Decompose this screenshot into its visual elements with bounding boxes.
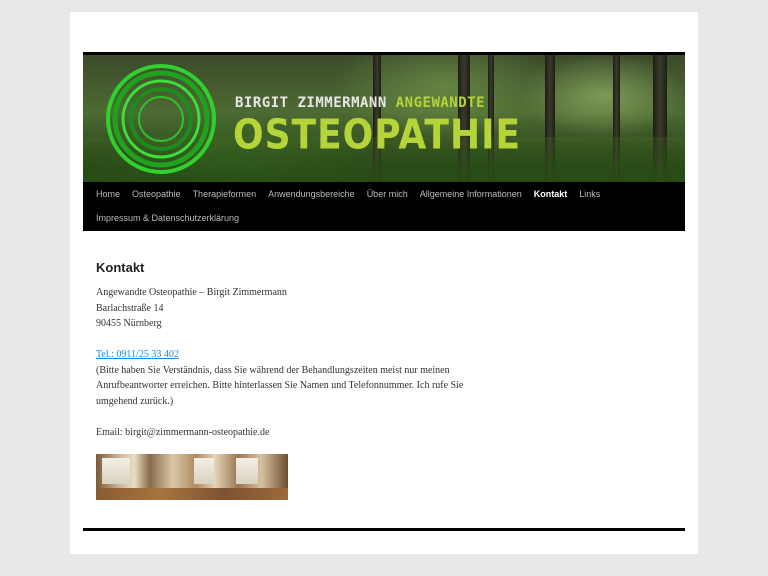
nav-item-allgemeine-informationen[interactable]: Allgemeine Informationen bbox=[414, 182, 528, 206]
nav-item-home[interactable]: Home bbox=[90, 182, 126, 206]
brand-name-text: BIRGIT ZIMMERMANN bbox=[235, 95, 387, 111]
header-banner[interactable]: BIRGIT ZIMMERMANN ANGEWANDTE OSTEOPATHIE bbox=[83, 55, 685, 182]
brand-title: OSTEOPATHIE bbox=[233, 111, 522, 159]
main-navigation: Home Osteopathie Therapieformen Anwendun… bbox=[83, 182, 685, 231]
photo-window bbox=[102, 458, 130, 484]
note-line: Anrufbeantworter erreichen. Bitte hinter… bbox=[96, 380, 464, 391]
page-title: Kontakt bbox=[96, 260, 145, 275]
address-line: 90455 Nürnberg bbox=[96, 318, 162, 329]
nav-row-1: Home Osteopathie Therapieformen Anwendun… bbox=[90, 182, 606, 206]
footer-top-border bbox=[83, 528, 685, 531]
photo-floor bbox=[96, 488, 288, 500]
page-container: BIRGIT ZIMMERMANN ANGEWANDTE OSTEOPATHIE… bbox=[70, 12, 698, 554]
nav-item-anwendungsbereiche[interactable]: Anwendungsbereiche bbox=[262, 182, 361, 206]
nav-item-osteopathie[interactable]: Osteopathie bbox=[126, 182, 187, 206]
nav-item-links[interactable]: Links bbox=[573, 182, 606, 206]
address-line: Angewandte Osteopathie – Birgit Zimmerma… bbox=[96, 287, 287, 298]
address-line: Barlachstraße 14 bbox=[96, 302, 164, 314]
circle-logo-icon bbox=[106, 64, 216, 174]
photo-window bbox=[236, 458, 258, 484]
practice-room-photo bbox=[96, 454, 288, 500]
note-line: (Bitte haben Sie Verständnis, dass Sie w… bbox=[96, 364, 450, 376]
nav-item-therapieformen[interactable]: Therapieformen bbox=[187, 182, 263, 206]
note-line: umgehend zurück.) bbox=[96, 395, 174, 407]
nav-item-ueber-mich[interactable]: Über mich bbox=[361, 182, 414, 206]
brand-accent-text: ANGEWANDTE bbox=[395, 95, 486, 111]
nav-row-2: Impressum & Datenschutzerklärung bbox=[90, 206, 245, 230]
photo-window bbox=[194, 458, 214, 484]
email-text: Email: birgit@zimmermann-osteopathie.de bbox=[96, 426, 270, 438]
brand-name: BIRGIT ZIMMERMANN ANGEWANDTE bbox=[235, 95, 485, 111]
main-content: Kontakt Angewandte Osteopathie – Birgit … bbox=[96, 260, 496, 440]
nav-item-impressum[interactable]: Impressum & Datenschutzerklärung bbox=[90, 206, 245, 230]
phone-link[interactable]: Tel.: 0911/25 33 402 bbox=[96, 349, 179, 360]
nav-item-kontakt[interactable]: Kontakt bbox=[528, 182, 574, 206]
